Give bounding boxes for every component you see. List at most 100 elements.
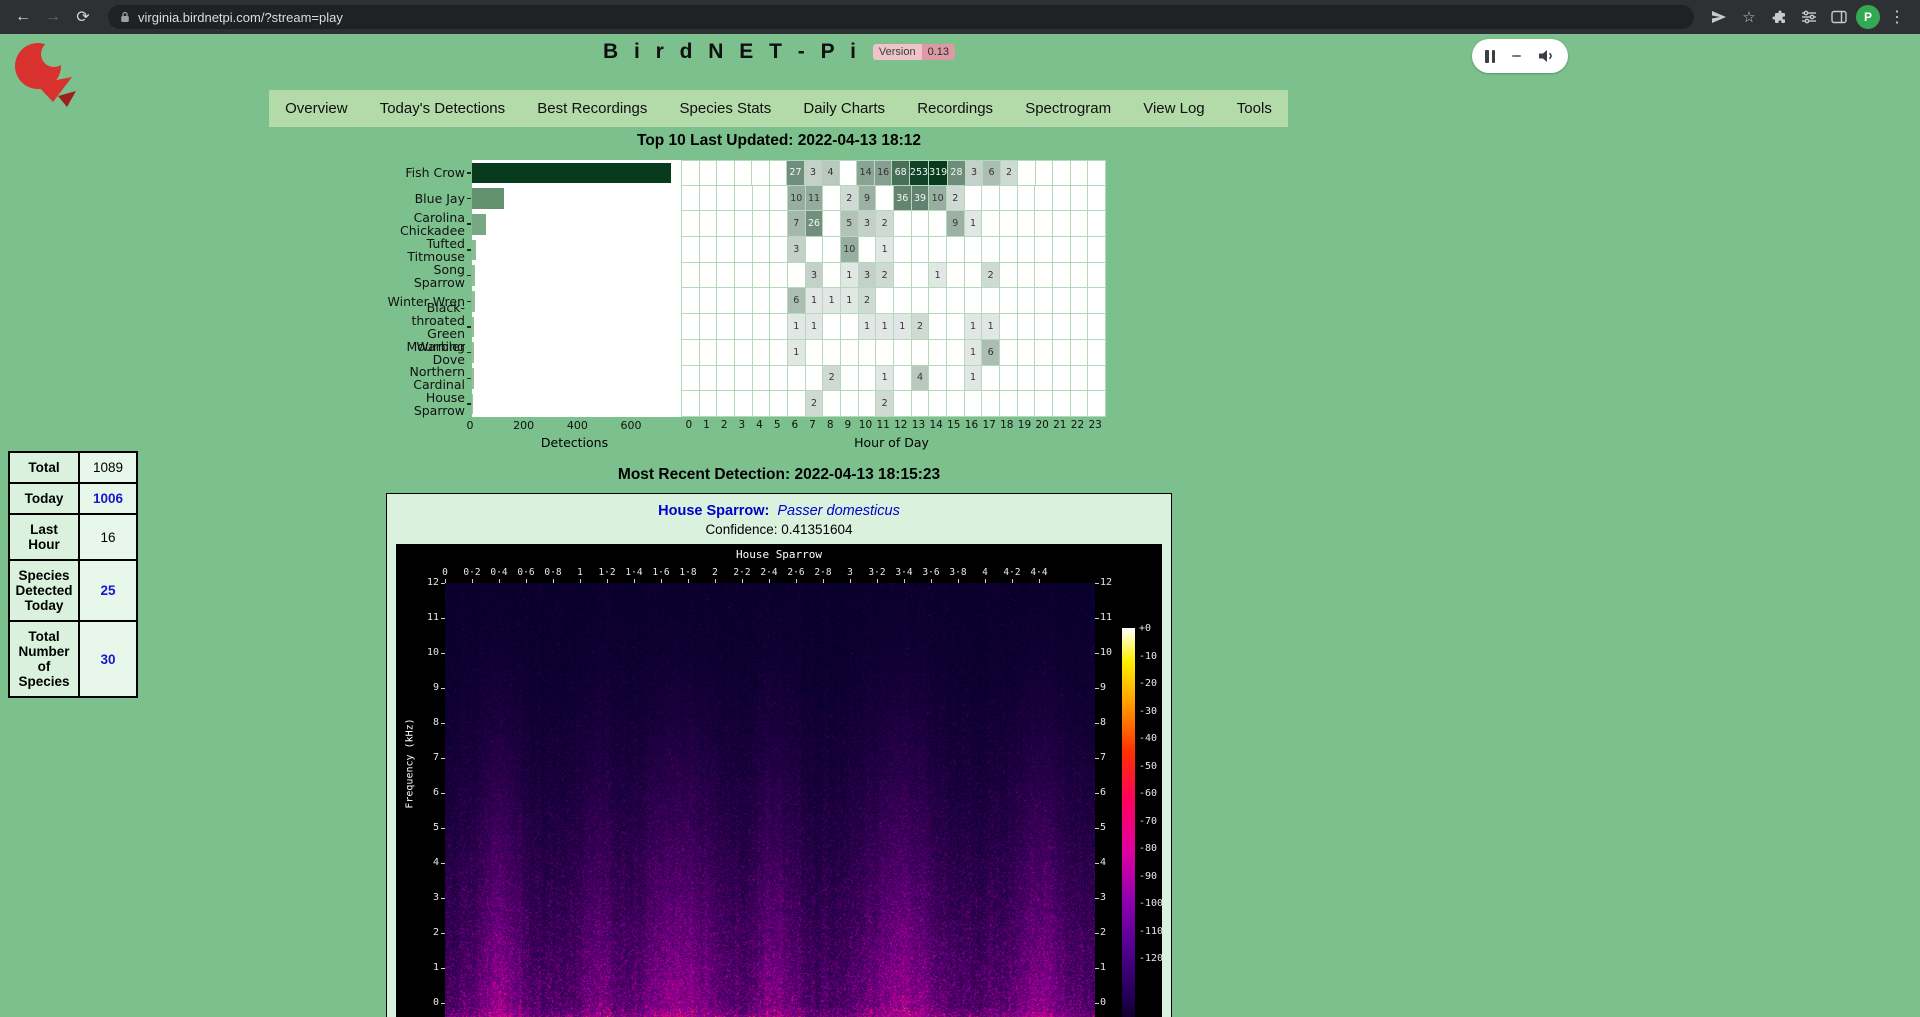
hour-axis-tick: 3 — [733, 419, 751, 433]
table-row: Total 1089 — [9, 452, 137, 483]
bar-axis-tick: 0 — [467, 419, 474, 432]
table-row: Today 1006 — [9, 483, 137, 514]
detections-bar — [472, 342, 474, 363]
main-menu: Overview Today's Detections Best Recordi… — [269, 90, 1288, 127]
heat-cell — [753, 366, 771, 392]
heat-cell — [1000, 237, 1018, 263]
scientific-name-link[interactable]: Passer domesticus — [777, 503, 900, 519]
detections-bar — [472, 240, 476, 261]
heat-cell: 1 — [876, 314, 894, 340]
time-tick-mark — [499, 579, 500, 583]
heat-cell — [682, 314, 700, 340]
heat-cell — [1000, 314, 1018, 340]
heat-cell — [947, 340, 965, 366]
lock-icon — [120, 11, 130, 23]
detections-bar — [472, 317, 474, 338]
nav-view-log[interactable]: View Log — [1139, 100, 1208, 117]
title-row: B i r d N E T - P iVersion0.13 — [0, 40, 1558, 64]
heat-cell — [735, 340, 753, 366]
reload-icon[interactable]: ⟳ — [70, 4, 96, 30]
nav-tools[interactable]: Tools — [1233, 100, 1276, 117]
hour-axis-tick: 21 — [1051, 419, 1069, 433]
menu-kebab-icon[interactable]: ⋮ — [1884, 4, 1910, 30]
profile-avatar[interactable]: P — [1856, 5, 1880, 29]
url-bar[interactable]: virginia.birdnetpi.com/?stream=play — [108, 5, 1694, 29]
heat-cell — [947, 391, 965, 417]
heat-cell — [894, 366, 912, 392]
detections-bar — [472, 368, 474, 389]
heat-cell — [1053, 160, 1071, 186]
bar-panel — [472, 237, 681, 263]
bar-panel — [472, 160, 681, 186]
nav-overview[interactable]: Overview — [281, 100, 352, 117]
heat-cell — [717, 211, 735, 237]
nav-recordings[interactable]: Recordings — [913, 100, 997, 117]
heat-cell — [1035, 263, 1053, 289]
freq-tick-label: 11 — [412, 612, 439, 623]
heat-cell — [859, 340, 877, 366]
heat-cell: 27 — [787, 160, 805, 186]
heat-cell — [1053, 263, 1071, 289]
heat-cell — [1088, 237, 1106, 263]
nav-todays-detections[interactable]: Today's Detections — [376, 100, 509, 117]
side-panel-icon[interactable] — [1826, 4, 1852, 30]
species-label: Tufted Titmouse — [383, 237, 467, 263]
stat-value-total: 1089 — [79, 452, 137, 483]
species-label: Fish Crow — [383, 160, 467, 186]
bar-panel — [472, 211, 681, 237]
back-icon[interactable]: ← — [10, 4, 36, 30]
nav-spectrogram[interactable]: Spectrogram — [1021, 100, 1115, 117]
heat-cell: 2 — [982, 263, 1000, 289]
bar-panel — [472, 366, 681, 392]
stat-value-today[interactable]: 1006 — [79, 483, 137, 514]
heat-cell: 1 — [788, 314, 806, 340]
forward-icon[interactable]: → — [40, 4, 66, 30]
nav-daily-charts[interactable]: Daily Charts — [799, 100, 889, 117]
time-tick-mark — [985, 579, 986, 583]
heat-cell — [1071, 340, 1089, 366]
frequency-axis-label: Frequency (kHz) — [405, 694, 416, 834]
send-icon[interactable] — [1706, 4, 1732, 30]
heatmap-row: 273414166825331928362 — [681, 160, 1106, 186]
freq-tick-mark — [1095, 968, 1099, 969]
chart-row: Northern Cardinal2141 — [383, 366, 1106, 392]
heat-cell: 9 — [859, 186, 877, 212]
heat-cell — [770, 211, 788, 237]
heat-cell — [1071, 211, 1089, 237]
detected-species-link[interactable]: House Sparrow: — [658, 503, 769, 519]
hour-axis-tick: 15 — [945, 419, 963, 433]
tune-icon[interactable] — [1796, 4, 1822, 30]
top10-heading: Top 10 Last Updated: 2022-04-13 18:12 — [0, 132, 1558, 150]
heat-cell — [1035, 391, 1053, 417]
stat-value-total-species[interactable]: 30 — [79, 621, 137, 697]
chart-row: House Sparrow22 — [383, 391, 1106, 417]
freq-tick-label: 11 — [1100, 612, 1128, 623]
heat-cell: 11 — [806, 186, 824, 212]
bookmark-star-icon[interactable]: ☆ — [1736, 4, 1762, 30]
heat-cell: 1 — [841, 288, 859, 314]
detections-bar — [472, 394, 473, 415]
freq-tick-label: 10 — [412, 647, 439, 658]
time-tick-mark — [580, 579, 581, 583]
stat-value-species-today[interactable]: 25 — [79, 560, 137, 621]
hour-axis-tick: 6 — [786, 419, 804, 433]
heat-cell — [876, 340, 894, 366]
heat-cell — [1018, 211, 1036, 237]
heat-cell — [770, 288, 788, 314]
hour-axis-tick: 1 — [698, 419, 716, 433]
extensions-puzzle-icon[interactable] — [1766, 4, 1792, 30]
heat-cell — [806, 340, 824, 366]
bar-panel — [472, 391, 681, 417]
heat-cell — [735, 288, 753, 314]
heat-cell — [1088, 211, 1106, 237]
heat-cell — [894, 237, 912, 263]
heat-cell — [1071, 288, 1089, 314]
nav-species-stats[interactable]: Species Stats — [676, 100, 776, 117]
heat-cell — [1053, 288, 1071, 314]
heat-cell — [682, 211, 700, 237]
heat-cell — [1071, 237, 1089, 263]
nav-best-recordings[interactable]: Best Recordings — [533, 100, 651, 117]
freq-tick-mark — [441, 863, 445, 864]
heat-cell — [717, 160, 735, 186]
heat-cell — [717, 237, 735, 263]
